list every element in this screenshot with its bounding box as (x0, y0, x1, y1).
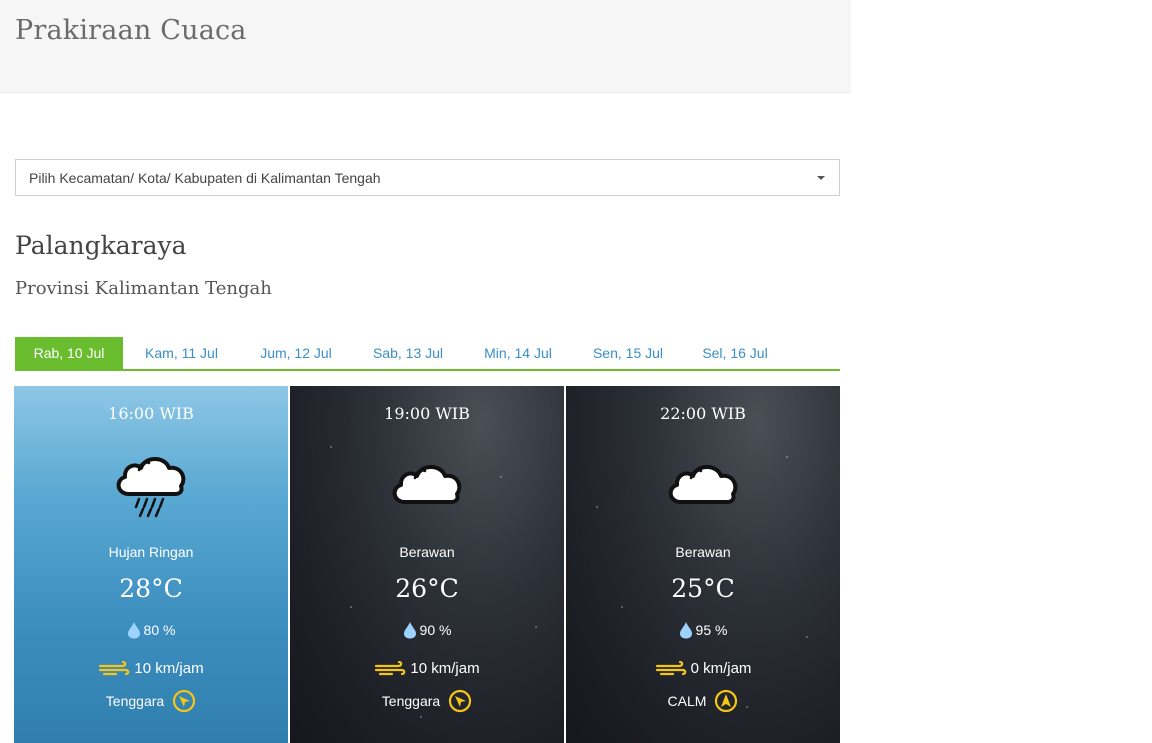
forecast-condition: Hujan Ringan (108, 544, 194, 560)
humidity-value: 80 % (143, 622, 176, 638)
wind-direction-label: Tenggara (105, 693, 165, 709)
forecast-cards: 16:00 WIB Hujan Ringan 28°C 80 % 10 km/j… (14, 386, 840, 743)
wind-icon (655, 660, 686, 675)
compass-up-icon (715, 689, 738, 713)
star-decoration (330, 446, 332, 448)
date-tabs: Rab, 10 Jul Kam, 11 Jul Jum, 12 Jul Sab,… (15, 337, 840, 371)
tab-date-1[interactable]: Kam, 11 Jul (123, 337, 240, 369)
location-select[interactable]: Pilih Kecamatan/ Kota/ Kabupaten di Kali… (15, 159, 840, 196)
tab-date-6[interactable]: Sel, 16 Jul (684, 337, 786, 369)
wind-direction-label: Tenggara (381, 693, 441, 709)
forecast-time: 19:00 WIB (384, 404, 470, 423)
tab-date-0[interactable]: Rab, 10 Jul (15, 337, 123, 369)
star-decoration (621, 606, 623, 608)
forecast-wind: 10 km/jam (14, 660, 288, 677)
cloud-rain-icon (116, 457, 186, 518)
forecast-wind: 10 km/jam (290, 660, 564, 677)
forecast-wind-direction: CALM (566, 689, 840, 713)
tab-date-3[interactable]: Sab, 13 Jul (352, 337, 464, 369)
star-decoration (786, 456, 788, 458)
forecast-temperature: 25°C (671, 574, 735, 603)
forecast-card: 22:00 WIB Berawan 25°C 95 % 0 km/jam CAL… (566, 386, 840, 743)
tab-date-5[interactable]: Sen, 15 Jul (572, 337, 684, 369)
star-decoration (596, 506, 598, 508)
forecast-humidity: 95 % (566, 621, 840, 639)
humidity-value: 95 % (695, 622, 728, 638)
compass-arrow-icon (449, 689, 472, 713)
cloud-icon (668, 465, 738, 504)
water-drop-icon (403, 622, 416, 639)
forecast-card: 19:00 WIB Berawan 26°C 90 % 10 km/jam Te… (290, 386, 564, 743)
wind-direction-label: CALM (667, 693, 707, 709)
wind-speed-value: 0 km/jam (690, 660, 752, 677)
star-decoration (500, 476, 502, 478)
water-drop-icon (127, 622, 140, 639)
forecast-time: 22:00 WIB (660, 404, 746, 423)
header-band: Prakiraan Cuaca (0, 0, 851, 93)
star-decoration (420, 716, 422, 718)
wind-icon (375, 660, 406, 675)
forecast-temperature: 26°C (395, 574, 459, 603)
wind-speed-value: 10 km/jam (410, 660, 480, 677)
forecast-time: 16:00 WIB (108, 404, 194, 423)
city-name: Palangkaraya (15, 231, 187, 260)
water-drop-icon (679, 622, 692, 639)
tab-date-2[interactable]: Jum, 12 Jul (240, 337, 352, 369)
forecast-temperature: 28°C (119, 574, 183, 603)
forecast-condition: Berawan (675, 544, 731, 560)
forecast-humidity: 80 % (14, 621, 288, 639)
star-decoration (350, 606, 352, 608)
page-title: Prakiraan Cuaca (15, 15, 247, 46)
forecast-humidity: 90 % (290, 621, 564, 639)
wind-speed-value: 10 km/jam (134, 660, 204, 677)
compass-arrow-icon (173, 689, 196, 713)
cloud-icon (392, 465, 462, 504)
province-name: Provinsi Kalimantan Tengah (15, 278, 272, 299)
forecast-wind-direction: Tenggara (14, 689, 288, 713)
forecast-wind: 0 km/jam (566, 660, 840, 677)
humidity-value: 90 % (419, 622, 452, 638)
wind-icon (99, 660, 130, 675)
forecast-condition: Berawan (399, 544, 455, 560)
forecast-card: 16:00 WIB Hujan Ringan 28°C 80 % 10 km/j… (14, 386, 288, 743)
location-select-label: Pilih Kecamatan/ Kota/ Kabupaten di Kali… (29, 170, 381, 186)
tab-date-4[interactable]: Min, 14 Jul (464, 337, 572, 369)
forecast-wind-direction: Tenggara (290, 689, 564, 713)
chevron-down-icon (817, 176, 825, 180)
